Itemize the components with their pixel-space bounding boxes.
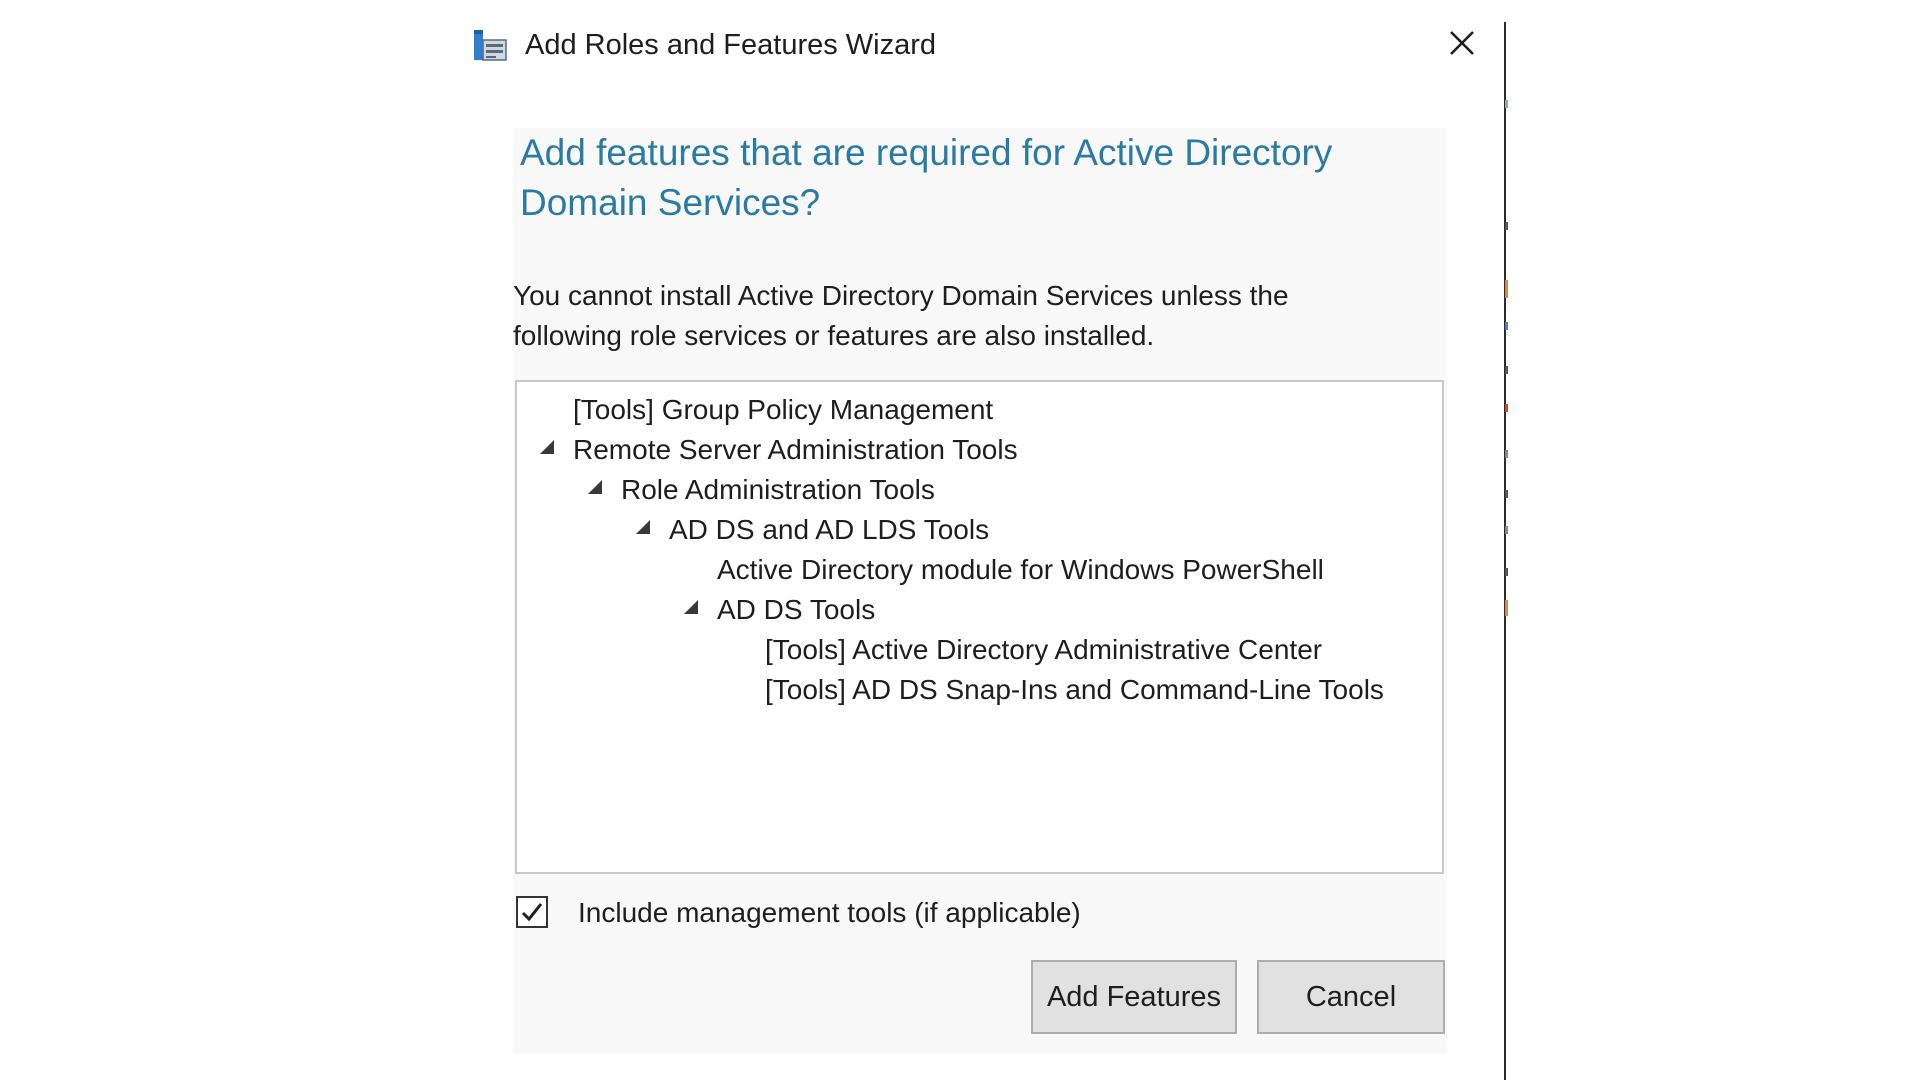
- close-button[interactable]: [1438, 22, 1486, 68]
- add-features-button[interactable]: Add Features: [1031, 960, 1237, 1034]
- tree-item: Active Directory module for Windows Powe…: [717, 554, 1324, 585]
- edge-mark: [1505, 100, 1508, 108]
- window-title: Add Roles and Features Wizard: [525, 29, 937, 61]
- window-right-border: [1504, 22, 1506, 1080]
- cancel-button[interactable]: Cancel: [1257, 960, 1445, 1034]
- edge-mark: [1505, 600, 1508, 616]
- include-tools-label: Include management tools (if applicable): [578, 897, 1081, 928]
- edge-mark: [1505, 490, 1508, 498]
- dialog-description: You cannot install Active Directory Doma…: [513, 280, 1289, 351]
- edge-mark: [1505, 280, 1508, 298]
- include-tools-checkbox[interactable]: [516, 896, 548, 928]
- dialog-panel: Add features that are required for Activ…: [513, 128, 1447, 1054]
- tree-item: [Tools] AD DS Snap-Ins and Command-Line …: [765, 674, 1384, 705]
- edge-mark: [1505, 450, 1508, 458]
- edge-mark: [1505, 366, 1508, 374]
- edge-mark: [1505, 222, 1508, 230]
- edge-mark: [1505, 568, 1508, 576]
- close-icon: [1448, 29, 1476, 62]
- edge-mark: [1505, 404, 1508, 412]
- collapse-arrow-icon[interactable]: [631, 510, 655, 550]
- feature-tree[interactable]: [Tools] Group Policy Management Remote S…: [515, 380, 1444, 874]
- tree-item: AD DS Tools: [717, 594, 876, 625]
- tree-item: [Tools] Group Policy Management: [573, 394, 994, 425]
- screen: Add Roles and Features Wizard Add featur…: [0, 0, 1920, 1080]
- tree-item: [Tools] Active Directory Administrative …: [765, 634, 1323, 665]
- collapse-arrow-icon[interactable]: [535, 430, 559, 470]
- tree-item: AD DS and AD LDS Tools: [669, 514, 990, 545]
- edge-mark: [1505, 526, 1508, 534]
- tree-item: Role Administration Tools: [621, 474, 935, 505]
- server-manager-icon: [472, 28, 508, 64]
- dialog-heading: Add features that are required for Activ…: [520, 132, 1333, 223]
- edge-mark: [1505, 322, 1508, 330]
- collapse-arrow-icon[interactable]: [583, 470, 607, 510]
- collapse-arrow-icon[interactable]: [679, 590, 703, 630]
- title-bar: Add Roles and Features Wizard: [470, 22, 1500, 70]
- tree-item: Remote Server Administration Tools: [573, 434, 1018, 465]
